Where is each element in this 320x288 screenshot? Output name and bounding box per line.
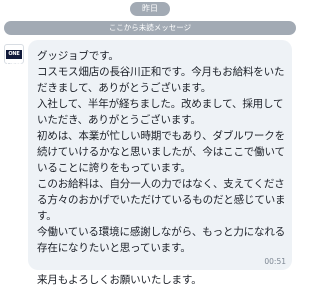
date-divider: 昨日: [130, 2, 170, 16]
message-bubble: グッジョブです。 コスモス畑店の長谷川正和です。今月もお給料をいただきまして、あ…: [28, 40, 292, 286]
message-text: グッジョブです。 コスモス畑店の長谷川正和です。今月もお給料をいただきまして、あ…: [37, 50, 286, 286]
unread-divider: ここから未読メッセージ: [4, 21, 296, 35]
one-piece-logo-icon: ONE PIECE: [6, 49, 22, 66]
avatar[interactable]: ONE PIECE: [4, 44, 24, 66]
message-time: 00:51: [264, 257, 286, 266]
